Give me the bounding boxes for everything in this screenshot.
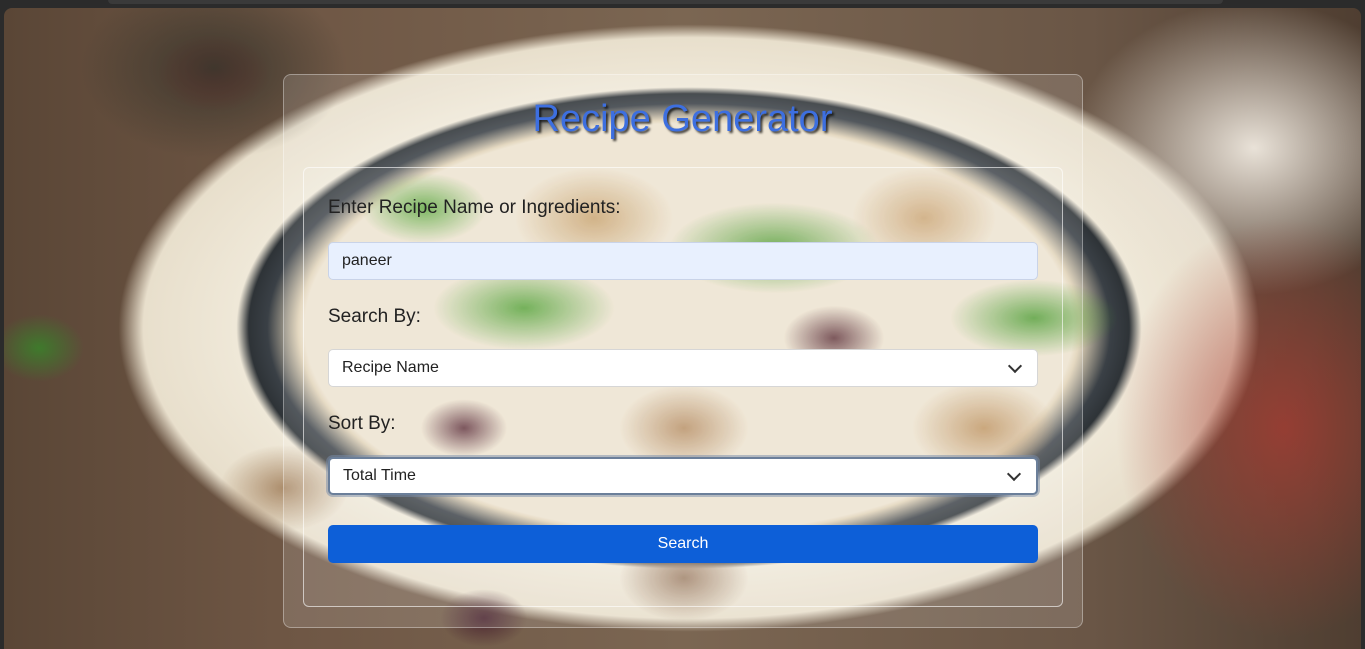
query-label: Enter Recipe Name or Ingredients: (328, 197, 621, 218)
chevron-down-icon (1007, 358, 1023, 373)
search-by-selected-value: Recipe Name (342, 359, 439, 376)
sort-by-selected-value: Total Time (343, 467, 416, 484)
search-by-select[interactable]: Recipe Name (328, 349, 1038, 387)
search-button[interactable]: Search (328, 525, 1038, 563)
search-by-label: Search By: (328, 306, 421, 327)
query-input-value: paneer (342, 252, 392, 269)
browser-top-edge (108, 0, 1223, 4)
sort-by-select[interactable]: Total Time (328, 457, 1038, 495)
sort-by-label: Sort By: (328, 413, 396, 434)
page-title: Recipe Generator (532, 98, 833, 140)
chevron-down-icon (1006, 466, 1022, 481)
query-input[interactable]: paneer (328, 242, 1038, 280)
